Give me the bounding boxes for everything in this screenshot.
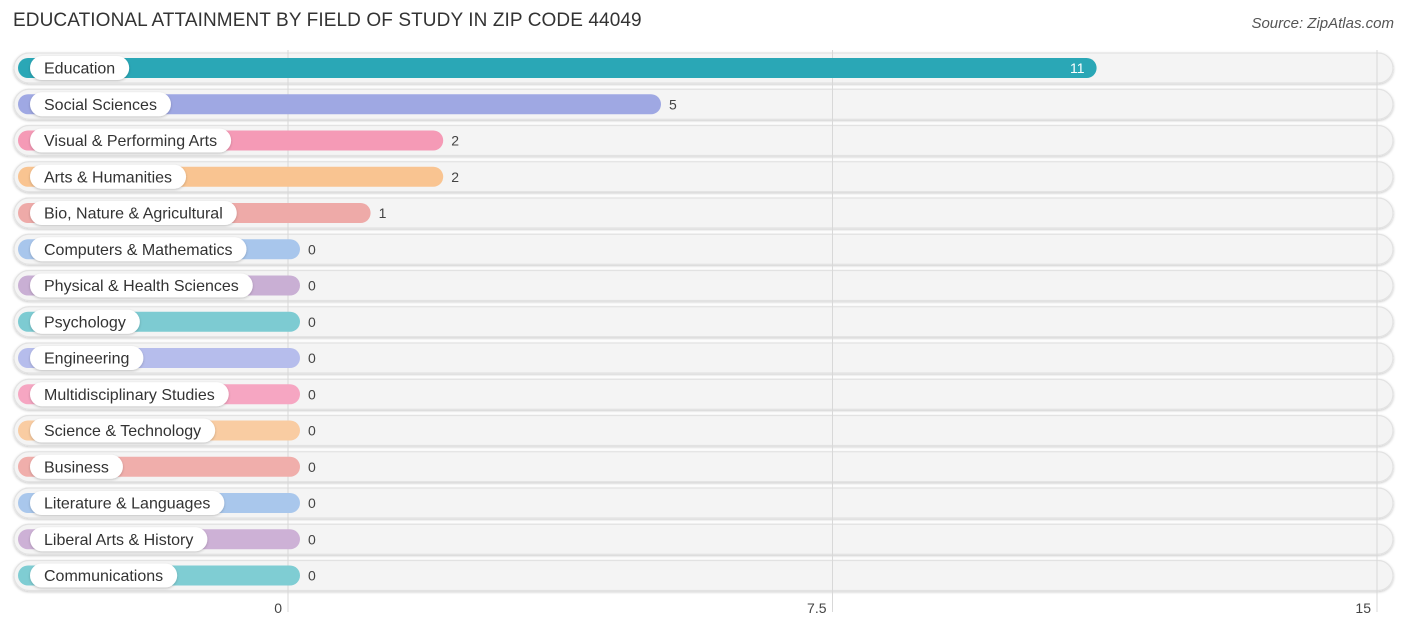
value-label: 0: [308, 241, 316, 257]
category-label: Education: [44, 61, 115, 78]
category-label: Communications: [44, 568, 163, 585]
value-label: 0: [308, 423, 316, 439]
category-label: Arts & Humanities: [44, 169, 172, 186]
x-tick-label: 15: [1355, 600, 1371, 616]
x-tick-label: 0: [274, 600, 282, 616]
category-label: Psychology: [44, 314, 126, 331]
value-label: 2: [451, 133, 459, 149]
value-label: 2: [451, 169, 459, 185]
category-label: Science & Technology: [44, 423, 201, 440]
value-label: 5: [669, 96, 677, 112]
bar[interactable]: [18, 58, 1097, 78]
category-label: Liberal Arts & History: [44, 532, 193, 549]
category-label: Engineering: [44, 351, 129, 368]
x-tick-label: 7.5: [807, 600, 827, 616]
category-label: Physical & Health Sciences: [44, 278, 239, 295]
value-label: 0: [308, 568, 316, 584]
value-label: 0: [308, 495, 316, 511]
value-label: 1: [379, 205, 387, 221]
category-label: Social Sciences: [44, 97, 157, 114]
value-label: 0: [308, 278, 316, 294]
value-label: 0: [308, 459, 316, 475]
value-label: 0: [308, 314, 316, 330]
value-label: 0: [308, 386, 316, 402]
value-label: 0: [308, 531, 316, 547]
value-label: 0: [308, 350, 316, 366]
category-label: Business: [44, 459, 109, 476]
value-label: 11: [1070, 60, 1085, 76]
category-label: Visual & Performing Arts: [44, 133, 217, 150]
category-label: Literature & Languages: [44, 496, 210, 513]
category-label: Bio, Nature & Agricultural: [44, 206, 223, 223]
category-label: Computers & Mathematics: [44, 242, 233, 259]
category-label: Multidisciplinary Studies: [44, 387, 215, 404]
bar-chart: Education 11 Social Sciences 5 Visual & Perf…: [13, 50, 1394, 616]
